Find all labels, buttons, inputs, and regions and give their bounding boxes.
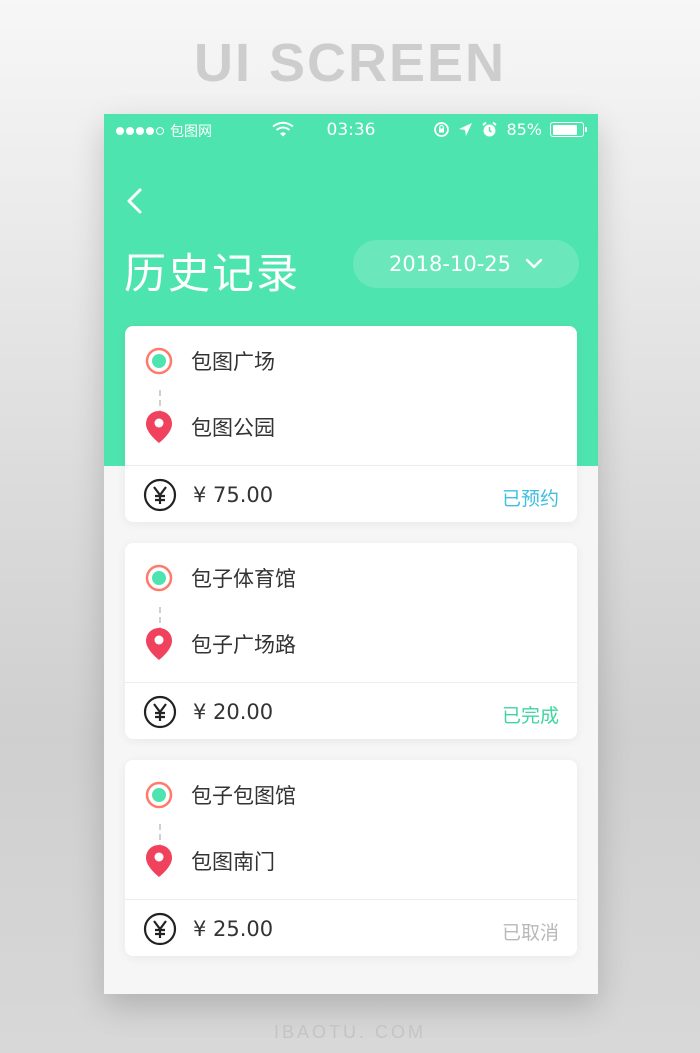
route-end: 包子广场路 (145, 627, 296, 661)
rotation-lock-icon (434, 122, 450, 137)
start-point-icon (145, 347, 173, 375)
destination-pin-icon (146, 628, 172, 660)
start-point-icon (145, 781, 173, 809)
trip-status: 已完成 (501, 705, 559, 727)
date-picker[interactable]: 2018-10-25 (353, 240, 579, 288)
start-location: 包图广场 (191, 350, 275, 374)
route-end: 包图南门 (145, 844, 275, 878)
fare-amount: ¥ 20.00 (193, 700, 274, 724)
yen-icon (143, 478, 177, 512)
back-arrow-icon[interactable] (120, 184, 150, 218)
route-start: 包子包图馆 (145, 780, 296, 810)
fare-row: ¥ 75.00 (143, 478, 273, 512)
trip-card[interactable]: 包图广场 包图公园 ¥ 75.00 已预约 (125, 326, 577, 522)
card-divider (125, 682, 577, 683)
route-start: 包子体育馆 (145, 563, 296, 593)
phone-screen: 包图网 03:36 85% 历史记录 2018-10-25 包图广场 包图公园 … (104, 114, 598, 994)
showcase-title: UI SCREEN (193, 33, 507, 93)
start-location: 包子体育馆 (191, 567, 296, 591)
card-divider (125, 465, 577, 466)
date-picker-value: 2018-10-25 (388, 252, 512, 276)
end-location: 包子广场路 (191, 633, 296, 657)
trip-card[interactable]: 包子包图馆 包图南门 ¥ 25.00 已取消 (125, 760, 577, 956)
battery-percent: 85% (506, 120, 542, 139)
fare-row: ¥ 25.00 (143, 912, 273, 946)
yen-icon (143, 695, 177, 729)
fare-amount: ¥ 25.00 (193, 917, 274, 941)
destination-pin-icon (146, 411, 172, 443)
yen-icon (143, 912, 177, 946)
fare-row: ¥ 20.00 (143, 695, 273, 729)
location-arrow-icon (459, 123, 473, 136)
footer-site-url: IBAOTU. COM (273, 1022, 426, 1042)
start-point-icon (145, 564, 173, 592)
chevron-down-icon (525, 258, 543, 269)
fare-amount: ¥ 75.00 (193, 483, 274, 507)
alarm-icon (482, 121, 498, 137)
status-right: 85% (433, 120, 587, 139)
battery-icon (550, 122, 587, 137)
trip-status: 已取消 (501, 922, 559, 944)
trip-status: 已预约 (501, 488, 559, 510)
page-title: 历史记录 (124, 249, 301, 298)
destination-pin-icon (146, 845, 172, 877)
end-location: 包图南门 (191, 850, 275, 874)
route-end: 包图公园 (145, 410, 275, 444)
route-start: 包图广场 (145, 346, 275, 376)
card-divider (125, 899, 577, 900)
start-location: 包子包图馆 (191, 784, 296, 808)
status-bar: 包图网 03:36 85% (104, 114, 598, 148)
trip-card[interactable]: 包子体育馆 包子广场路 ¥ 20.00 已完成 (125, 543, 577, 739)
end-location: 包图公园 (191, 416, 275, 440)
